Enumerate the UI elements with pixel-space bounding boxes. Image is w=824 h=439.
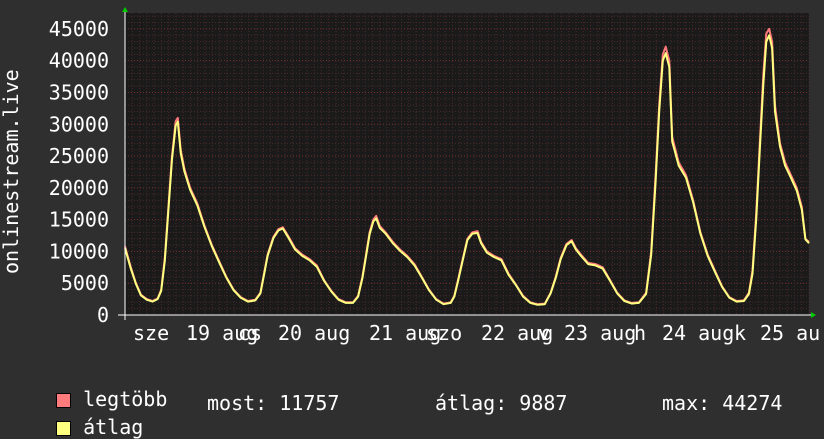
stat-now: most: 11757	[207, 391, 340, 415]
x-tick-label: v	[538, 321, 550, 345]
y-tick-label: 5000	[61, 271, 109, 295]
y-tick-label: 45000	[49, 17, 109, 41]
y-tick-label: 30000	[49, 112, 109, 136]
x-tick-label: h	[634, 321, 646, 345]
y-axis-label: onlinestream.live	[0, 69, 23, 274]
legend-label-avg: átlag	[83, 415, 144, 439]
x-ticks: sze 19 augcs 20 aug 21 augszo 22 augv 23 augh…	[133, 321, 820, 345]
stat-max: max: 44274	[662, 391, 783, 415]
x-tick-label: cs	[238, 321, 262, 345]
x-tick-label: sze	[133, 321, 169, 345]
x-tick-label: 24 aug	[662, 321, 734, 345]
legend-item-avg: átlag	[32, 391, 143, 439]
y-tick-label: 10000	[49, 239, 109, 263]
x-tick-label: 20 aug	[278, 321, 350, 345]
y-tick-label: 0	[97, 303, 109, 327]
y-ticks: 0 5000 10000 15000 20000 25000 30000 35000 40000…	[49, 17, 109, 327]
y-tick-label: 35000	[49, 80, 109, 104]
y-tick-label: 25000	[49, 144, 109, 168]
x-tick-label: 25 au	[760, 321, 820, 345]
y-tick-label: 40000	[49, 49, 109, 73]
legend-swatch-avg	[56, 421, 72, 436]
x-tick-label: szo	[426, 321, 462, 345]
y-axis-arrow-icon	[122, 7, 128, 12]
stat-avg: átlag: 9887	[435, 391, 568, 415]
y-tick-label: 20000	[49, 176, 109, 200]
x-tick-label: 23 aug	[564, 321, 636, 345]
x-axis-arrow-icon	[811, 312, 816, 318]
y-tick-label: 15000	[49, 208, 109, 232]
x-tick-label: k	[734, 321, 746, 345]
